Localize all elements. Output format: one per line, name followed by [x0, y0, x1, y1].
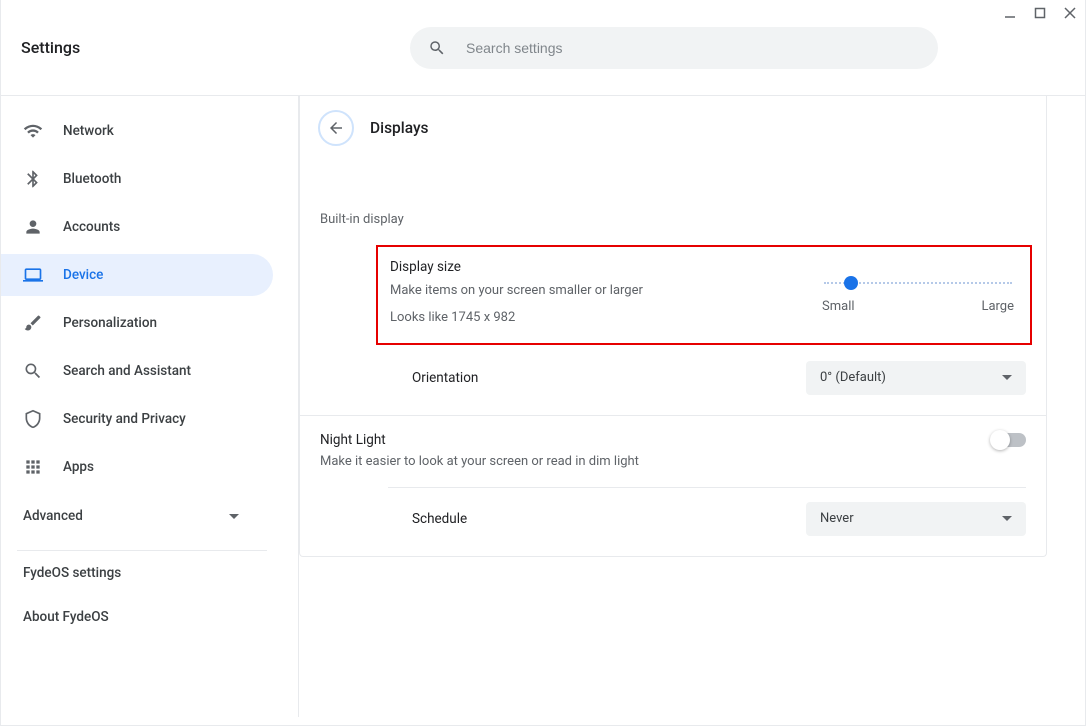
display-size-highlight: Display size Make items on your screen s… [376, 245, 1032, 345]
sidebar-item-network[interactable]: Network [1, 110, 273, 152]
sidebar-fydeos-settings[interactable]: FydeOS settings [1, 551, 298, 595]
sidebar-item-bluetooth[interactable]: Bluetooth [1, 158, 273, 200]
back-button[interactable] [318, 110, 354, 146]
sidebar-about-fydeos[interactable]: About FydeOS [1, 595, 298, 639]
content-area: Displays Built-in display Display size M… [299, 96, 1085, 717]
section-label: Built-in display [300, 206, 1046, 245]
search-bar[interactable] [410, 27, 938, 69]
apps-icon [23, 457, 43, 477]
schedule-label: Schedule [412, 511, 467, 527]
sidebar-item-label: Accounts [63, 219, 120, 235]
display-size-slider-block: Small Large [818, 273, 1018, 314]
sidebar-item-label: Personalization [63, 315, 157, 331]
page-title: Displays [370, 119, 429, 137]
search-input[interactable] [464, 39, 920, 57]
display-size-text: Display size Make items on your screen s… [390, 259, 818, 329]
slider-max-label: Large [981, 299, 1014, 314]
orientation-row: Orientation 0° (Default) [300, 353, 1046, 415]
sidebar: Network Bluetooth Accounts Device [1, 96, 299, 717]
orientation-label: Orientation [412, 370, 478, 386]
slider-min-label: Small [822, 299, 855, 314]
header: Settings [1, 0, 1085, 96]
app-title: Settings [21, 38, 80, 57]
card-header: Displays [300, 96, 1046, 166]
orientation-select[interactable]: 0° (Default) [806, 361, 1026, 395]
sidebar-item-label: Security and Privacy [63, 411, 186, 427]
shield-icon [23, 409, 43, 429]
sidebar-item-search-assistant[interactable]: Search and Assistant [1, 350, 273, 392]
chevron-down-icon [1002, 516, 1012, 521]
sidebar-item-personalization[interactable]: Personalization [1, 302, 273, 344]
night-light-title: Night Light [320, 432, 386, 448]
slider-knob[interactable] [844, 276, 858, 290]
bluetooth-icon [23, 169, 43, 189]
night-light-toggle[interactable] [992, 433, 1026, 447]
sidebar-item-label: Bluetooth [63, 171, 121, 187]
sidebar-item-label: Network [63, 123, 114, 139]
display-size-resolution: Looks like 1745 x 982 [390, 308, 818, 329]
laptop-icon [23, 265, 43, 285]
night-light-description: Make it easier to look at your screen or… [300, 454, 1046, 481]
footer-label: About FydeOS [23, 609, 109, 625]
sidebar-item-device[interactable]: Device [1, 254, 273, 296]
person-icon [23, 217, 43, 237]
sidebar-advanced[interactable]: Advanced [1, 494, 261, 538]
chevron-down-icon [229, 514, 239, 519]
sidebar-item-security-privacy[interactable]: Security and Privacy [1, 398, 273, 440]
settings-card: Displays Built-in display Display size M… [299, 96, 1047, 557]
advanced-label: Advanced [23, 508, 83, 524]
display-size-title: Display size [390, 259, 818, 275]
window: Settings Network Bluetooth [0, 0, 1086, 726]
schedule-row: Schedule Never [300, 488, 1046, 556]
sidebar-item-label: Apps [63, 459, 94, 475]
brush-icon [23, 313, 43, 333]
search-icon [428, 39, 446, 57]
schedule-select[interactable]: Never [806, 502, 1026, 536]
sidebar-item-apps[interactable]: Apps [1, 446, 273, 488]
night-light-row: Night Light [300, 416, 1046, 454]
chevron-down-icon [1002, 375, 1012, 380]
sidebar-item-label: Device [63, 267, 103, 283]
display-size-slider[interactable] [824, 273, 1012, 293]
wifi-icon [23, 121, 43, 141]
schedule-value: Never [820, 511, 854, 526]
orientation-value: 0° (Default) [820, 370, 886, 385]
footer-label: FydeOS settings [23, 565, 121, 581]
search-icon [23, 361, 43, 381]
sidebar-item-label: Search and Assistant [63, 363, 191, 379]
display-size-description: Make items on your screen smaller or lar… [390, 281, 818, 302]
sidebar-item-accounts[interactable]: Accounts [1, 206, 273, 248]
